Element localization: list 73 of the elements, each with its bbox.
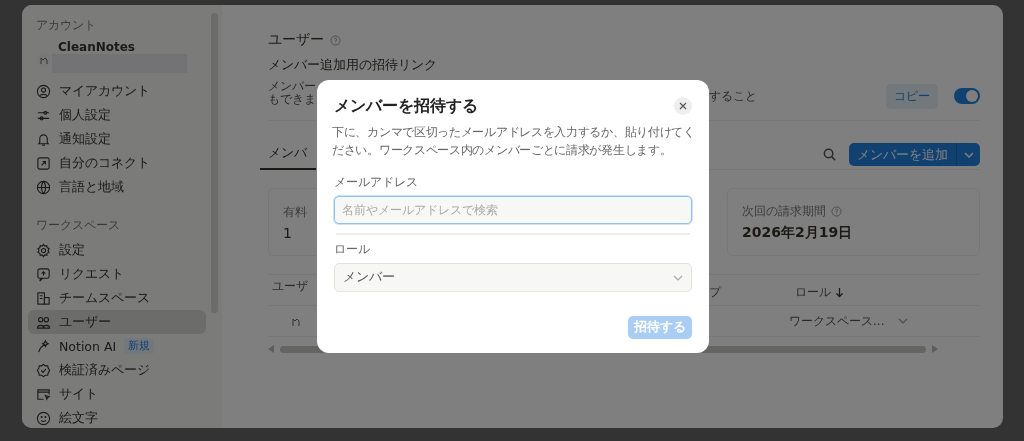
copy-button[interactable]: コピー: [886, 83, 938, 109]
sidebar-item[interactable]: 言語と地域: [28, 175, 206, 199]
description-text: メンバー: [268, 80, 316, 93]
chevron-down-icon: [963, 151, 974, 158]
chevron-down-icon: [898, 318, 909, 324]
new-badge: 新規: [124, 338, 155, 354]
item-label: マイアカウント: [59, 82, 150, 100]
sidebar-item[interactable]: サイト: [28, 382, 206, 406]
globe-icon: [36, 179, 51, 195]
sidebar-item[interactable]: リクエスト: [28, 262, 206, 286]
item-label: チームスペース: [59, 289, 150, 307]
dialog-title: メンバーを招待する: [334, 95, 478, 117]
badge-check-icon: [36, 362, 51, 378]
item-label: サイト: [59, 385, 98, 403]
sparkle-icon: [36, 338, 51, 354]
role-select[interactable]: メンバー: [334, 263, 692, 292]
dropdown-button[interactable]: [956, 143, 980, 166]
field-label: メールアドレス: [334, 175, 419, 190]
stat-value: 1: [283, 224, 293, 241]
sidebar-item[interactable]: 自分のコネクト: [28, 151, 206, 175]
item-label: 検証済みページ: [59, 361, 150, 379]
toggle-switch[interactable]: [954, 88, 980, 104]
sidebar-item[interactable]: Notion AI 新規: [28, 334, 206, 358]
external-link-icon: [36, 155, 51, 171]
item-label: 言語と地域: [59, 178, 124, 196]
field-label: ロール: [334, 242, 371, 257]
role-dropdown[interactable]: ワークスペース...: [789, 312, 909, 330]
settings-icon: [36, 242, 51, 258]
sidebar-item[interactable]: チームスペース: [28, 286, 206, 310]
sidebar-item[interactable]: ユーザー: [28, 310, 206, 334]
section-title: メンバー追加用の招待リンク: [268, 56, 438, 74]
sidebar-item[interactable]: 検証済みページ: [28, 358, 206, 382]
chevron-down-icon: [673, 274, 683, 281]
item-label: 自分のコネクト: [59, 154, 150, 172]
stat-label: 有料: [283, 203, 308, 221]
sort-arrow-icon: [835, 286, 844, 298]
sidebar-item[interactable]: 通知設定: [28, 127, 206, 151]
item-label: Notion AI: [59, 338, 117, 354]
person-circle-icon: [36, 83, 51, 99]
close-button[interactable]: [674, 97, 692, 115]
scroll-left-icon[interactable]: [268, 345, 274, 353]
column-header[interactable]: ロール: [795, 283, 831, 301]
sidebar-item[interactable]: マイアカウント: [28, 79, 206, 103]
workspace-name: CleanNotes: [58, 40, 136, 54]
description-text: もできま: [268, 93, 316, 106]
page-title: ユーザー: [268, 31, 324, 49]
close-icon: [679, 102, 687, 110]
sidebar-item[interactable]: 絵文字: [28, 406, 206, 428]
item-label: 通知設定: [59, 130, 111, 148]
sidebar-item[interactable]: 個人設定: [28, 103, 206, 127]
stat-label: 次回の請求期間: [742, 202, 826, 220]
column-header: ユーザ: [272, 279, 309, 294]
column-header[interactable]: プ: [709, 283, 721, 301]
search-icon[interactable]: [822, 147, 837, 162]
help-icon: [831, 205, 842, 217]
dialog-description: 下に、カンマで区切ったメールアドレスを入力するか、貼り付けてください。ワークスペース内のメンバーごとに請求が発生します。: [332, 124, 696, 159]
bell-icon: [36, 131, 51, 147]
item-label: リクエスト: [59, 265, 124, 283]
item-label: 個人設定: [59, 106, 111, 124]
item-label: 絵文字: [59, 409, 98, 427]
scroll-right-icon[interactable]: [932, 345, 938, 353]
email-input-field[interactable]: 名前やメールアドレスで検索: [334, 196, 692, 224]
window-cursor-icon: [36, 386, 51, 402]
sidebar-item[interactable]: 設定: [28, 238, 206, 262]
add-member-button[interactable]: メンバーを追加: [849, 143, 956, 166]
item-label: ユーザー: [59, 313, 111, 331]
item-label: 設定: [59, 241, 85, 259]
building-icon: [36, 290, 51, 306]
description-text: すること: [709, 89, 757, 103]
stat-value: 2026年2月19日: [742, 223, 854, 242]
help-icon: [330, 34, 341, 46]
smiley-icon: [36, 410, 51, 426]
people-icon: [36, 314, 51, 330]
